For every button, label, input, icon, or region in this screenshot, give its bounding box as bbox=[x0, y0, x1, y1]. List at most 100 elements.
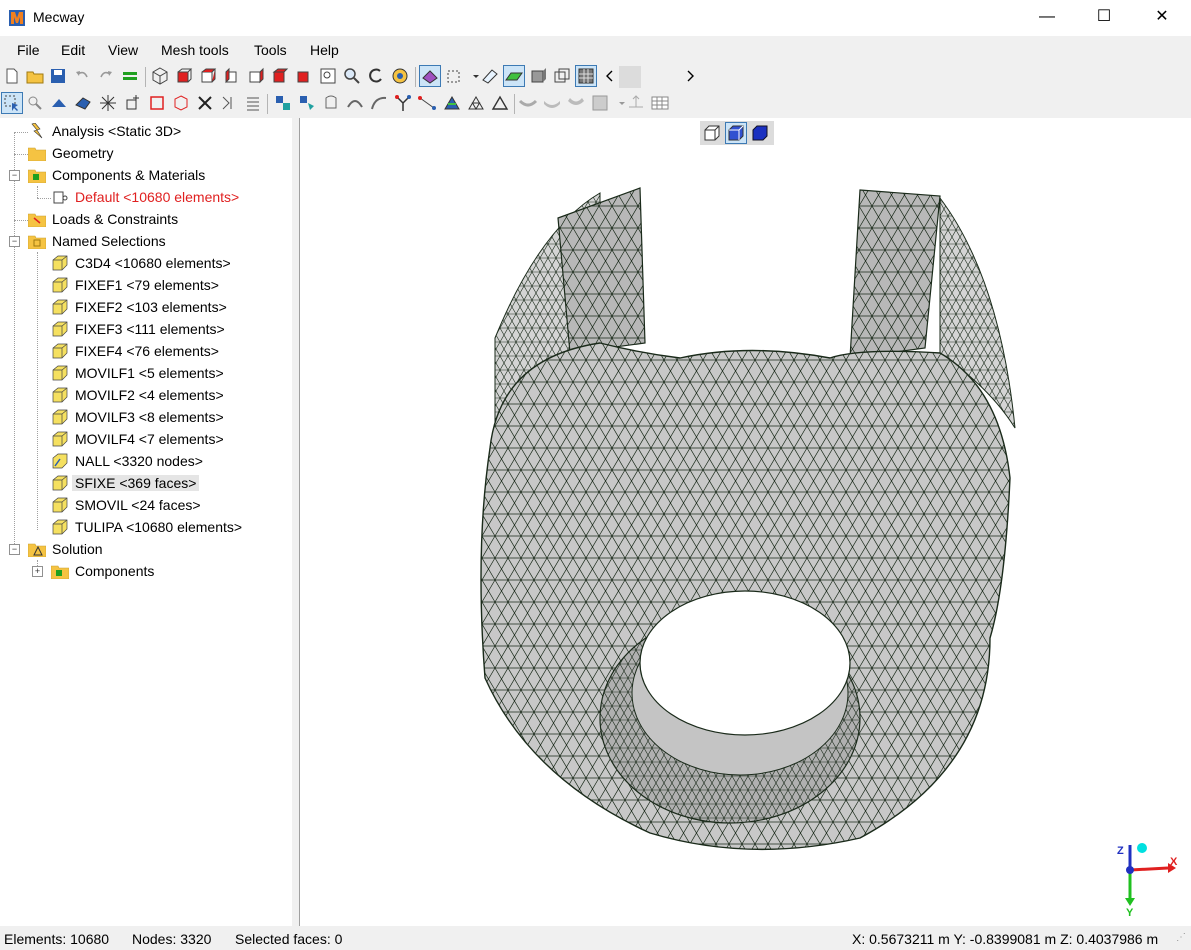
undo-icon[interactable] bbox=[72, 66, 92, 86]
node-selection-icon bbox=[52, 453, 68, 469]
extrude-icon[interactable] bbox=[321, 93, 341, 113]
collapse-solution-icon[interactable]: − bbox=[9, 544, 20, 555]
align-icon[interactable] bbox=[626, 93, 646, 113]
menu-edit[interactable]: Edit bbox=[61, 42, 85, 58]
grid-icon[interactable] bbox=[590, 93, 610, 113]
show-components-icon[interactable] bbox=[419, 65, 441, 87]
close-button[interactable]: ✕ bbox=[1133, 0, 1191, 36]
menu-tools[interactable]: Tools bbox=[254, 42, 287, 58]
split-icon[interactable] bbox=[219, 93, 239, 113]
menu-file[interactable]: File bbox=[17, 42, 40, 58]
selection-cube-icon bbox=[52, 299, 68, 315]
view-iso-icon[interactable] bbox=[150, 66, 170, 86]
status-bar: Elements: 10680 Nodes: 3320 Selected fac… bbox=[0, 928, 1191, 950]
perspective-icon[interactable] bbox=[480, 66, 500, 86]
3d-viewport[interactable]: Z X Y bbox=[299, 118, 1191, 926]
line-nodes-icon[interactable] bbox=[417, 93, 437, 113]
new-file-icon[interactable] bbox=[2, 66, 22, 86]
components-folder-icon bbox=[28, 169, 46, 183]
redo-icon[interactable] bbox=[96, 66, 116, 86]
surface-1-icon[interactable] bbox=[518, 93, 538, 113]
surface-3-icon[interactable] bbox=[566, 93, 586, 113]
renumber-icon[interactable] bbox=[243, 93, 263, 113]
selection-cube-icon bbox=[52, 343, 68, 359]
branch-icon[interactable] bbox=[393, 93, 413, 113]
view-top-icon[interactable] bbox=[270, 66, 290, 86]
selection-cube-icon bbox=[52, 431, 68, 447]
menu-view[interactable]: View bbox=[108, 42, 138, 58]
new-node-icon[interactable] bbox=[122, 93, 142, 113]
select-faces-icon[interactable] bbox=[73, 93, 93, 113]
zoom-fit-icon[interactable] bbox=[390, 66, 410, 86]
select-elements-icon[interactable] bbox=[49, 93, 69, 113]
title-bar: Mecway — ☐ ✕ bbox=[0, 0, 1191, 36]
selected-label: SFIXE <369 faces> bbox=[72, 475, 200, 491]
equals-icon[interactable] bbox=[120, 66, 140, 86]
rotate-icon[interactable] bbox=[366, 66, 386, 86]
view-front-icon[interactable] bbox=[174, 66, 194, 86]
panel-splitter[interactable] bbox=[292, 118, 299, 926]
nodes-icon[interactable] bbox=[98, 93, 118, 113]
zoom-icon[interactable] bbox=[342, 66, 362, 86]
view-left-icon[interactable] bbox=[222, 66, 242, 86]
view-back-icon[interactable] bbox=[198, 66, 218, 86]
mesh-model[interactable] bbox=[300, 118, 1191, 926]
view-right-icon[interactable] bbox=[246, 66, 266, 86]
selection-cube-icon bbox=[52, 519, 68, 535]
menu-mesh-tools[interactable]: Mesh tools bbox=[161, 42, 229, 58]
toolbar-scroll-left-icon[interactable] bbox=[600, 66, 614, 86]
selection-cube-icon bbox=[52, 475, 68, 491]
menu-help[interactable]: Help bbox=[310, 42, 339, 58]
selection-cube-icon bbox=[52, 255, 68, 271]
solution-folder-icon bbox=[28, 543, 46, 557]
view-bottom-icon[interactable] bbox=[294, 66, 314, 86]
copy-icon[interactable] bbox=[297, 93, 317, 113]
rectangle-select-icon[interactable] bbox=[147, 93, 167, 113]
resize-grip-icon[interactable]: ⋰ bbox=[1176, 932, 1186, 943]
mecway-logo-icon bbox=[9, 10, 25, 26]
display-options-icon[interactable] bbox=[444, 66, 464, 86]
toolbar-scroll-right-icon[interactable] bbox=[680, 66, 694, 86]
model-tree: Analysis <Static 3D> Geometry − Componen… bbox=[0, 118, 293, 926]
dropdown-arrow-icon[interactable] bbox=[466, 66, 479, 86]
collapse-components-icon[interactable]: − bbox=[9, 170, 20, 181]
selection-cube-icon bbox=[52, 387, 68, 403]
status-coordinates: X: 0.5673211 m Y: -0.8399081 m Z: 0.4037… bbox=[852, 931, 1159, 947]
triangle-icon[interactable] bbox=[490, 93, 510, 113]
save-icon[interactable] bbox=[48, 66, 68, 86]
collapse-named-selections-icon[interactable]: − bbox=[9, 236, 20, 247]
delete-icon[interactable] bbox=[195, 93, 215, 113]
refine-icon[interactable] bbox=[442, 93, 462, 113]
surface-2-icon[interactable] bbox=[542, 93, 562, 113]
minimize-button[interactable]: — bbox=[1018, 0, 1076, 36]
select-nodes-icon[interactable] bbox=[25, 93, 45, 113]
selection-cube-icon bbox=[52, 409, 68, 425]
element-cube-icon[interactable] bbox=[171, 93, 191, 113]
selections-folder-icon bbox=[28, 235, 46, 249]
menu-bar: File Edit View Mesh tools Tools Help bbox=[0, 38, 1191, 62]
mesh-view-icon[interactable] bbox=[575, 65, 597, 87]
grid-dropdown-icon[interactable] bbox=[612, 93, 625, 113]
move-icon[interactable] bbox=[273, 93, 293, 113]
shaded-view-icon[interactable] bbox=[503, 65, 525, 87]
status-elements: Elements: 10680 bbox=[4, 931, 110, 947]
main-toolbar bbox=[0, 64, 1191, 90]
table-icon[interactable] bbox=[650, 93, 670, 113]
sweep-icon[interactable] bbox=[369, 93, 389, 113]
revolve-icon[interactable] bbox=[345, 93, 365, 113]
triangle-mesh-icon[interactable] bbox=[466, 93, 486, 113]
analysis-lightning-icon bbox=[31, 123, 43, 139]
solid-view-icon[interactable] bbox=[528, 66, 548, 86]
toolbar-overflow-area bbox=[619, 66, 641, 88]
selection-cube-icon bbox=[52, 497, 68, 513]
zoom-window-icon[interactable] bbox=[318, 66, 338, 86]
wireframe-view-icon[interactable] bbox=[552, 66, 572, 86]
maximize-button[interactable]: ☐ bbox=[1075, 0, 1133, 36]
folder-icon bbox=[28, 147, 46, 161]
axis-z-label: Z bbox=[1117, 845, 1124, 857]
open-folder-icon[interactable] bbox=[25, 66, 45, 86]
selection-cube-icon bbox=[52, 365, 68, 381]
select-icon[interactable] bbox=[1, 92, 23, 114]
axis-triad: Z X Y bbox=[1117, 843, 1178, 919]
expand-solution-components-icon[interactable]: + bbox=[32, 566, 43, 577]
